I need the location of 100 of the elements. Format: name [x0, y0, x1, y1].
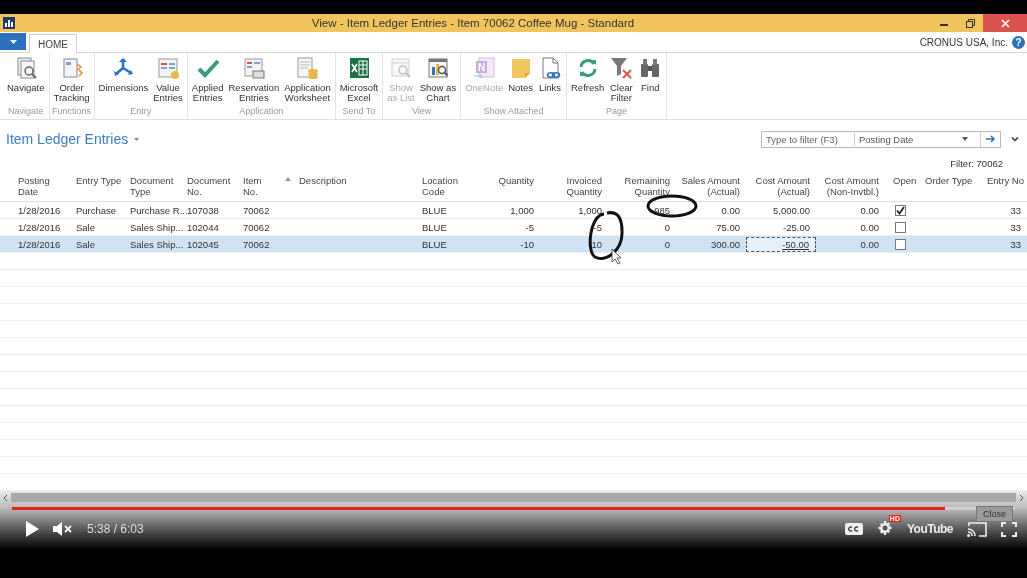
ribbon-group-label: Navigate — [8, 106, 44, 118]
column-header[interactable]: Cost Amount (Non-Invtbl.) — [824, 175, 879, 197]
scroll-right-icon[interactable] — [1019, 493, 1024, 502]
caret-icon — [962, 137, 968, 141]
settings-button[interactable] — [876, 521, 893, 537]
table-cell: 1,000 — [578, 204, 602, 216]
table-cell: 102045 — [187, 238, 219, 250]
ribbon-action-button[interactable]: Value Entries — [151, 53, 185, 106]
table-cell: 0.00 — [721, 204, 740, 216]
youtube-logo-link[interactable]: YouTube — [906, 522, 953, 536]
table-icon — [241, 56, 266, 80]
caret-icon[interactable] — [134, 137, 140, 141]
table-cell: Sales Ship... — [130, 238, 184, 250]
document-coins-icon — [295, 56, 320, 80]
scroll-left-icon[interactable] — [3, 493, 8, 502]
filter-summary: Filter: 70062 — [950, 158, 1003, 169]
ribbon-group-label: Functions — [52, 106, 92, 118]
table-cell: Purchase R... — [130, 204, 188, 216]
column-header[interactable]: Document No. — [187, 175, 231, 197]
column-header[interactable]: Remaining Quantity — [624, 175, 670, 197]
chevron-down-icon[interactable] — [1011, 136, 1019, 142]
ribbon-action-button[interactable]: Applied Entries — [189, 53, 226, 106]
ribbon-action-button[interactable]: Reservation Entries — [226, 53, 282, 106]
ribbon-action-button[interactable]: Dimensions — [96, 53, 151, 106]
column-header[interactable]: Invoiced Quantity — [566, 175, 602, 197]
fullscreen-icon — [1001, 521, 1017, 537]
ribbon-action-button[interactable]: Application Worksheet — [282, 53, 333, 106]
column-header[interactable]: Cost Amount (Actual) — [755, 175, 810, 197]
table-cell: Sales Ship... — [130, 221, 184, 233]
arrow-right-icon — [985, 135, 996, 143]
app-logo-icon — [3, 17, 15, 29]
play-button[interactable] — [26, 521, 39, 537]
captions-button[interactable] — [844, 523, 863, 535]
column-header[interactable]: Description — [299, 175, 347, 186]
checkbox[interactable] — [895, 238, 906, 250]
close-button[interactable]: Close — [976, 506, 1013, 522]
scrollbar-track[interactable] — [11, 493, 1016, 502]
table-cell: 1/28/2016 — [18, 221, 61, 233]
app-menu-button[interactable] — [0, 33, 26, 50]
table-cell: 33 — [1010, 204, 1021, 216]
table-cell: 33 — [1010, 238, 1021, 250]
table-cell: -25.00 — [783, 221, 810, 233]
mouse-pointer-icon — [611, 248, 622, 265]
ribbon-group-label: View — [412, 106, 432, 118]
page-title: Item Ledger Entries — [6, 131, 129, 147]
table-cell: 0 — [664, 238, 670, 250]
table-cell: 75.00 — [716, 221, 740, 233]
table-cell: 0 — [664, 221, 670, 233]
ribbon-action-button[interactable]: Show as Chart — [417, 53, 459, 106]
fullscreen-button[interactable] — [1001, 521, 1017, 537]
checkmark-icon — [896, 205, 905, 215]
column-header[interactable]: Entry No — [987, 175, 1024, 186]
column-header[interactable]: Document Type — [130, 175, 174, 197]
restore-icon — [965, 18, 975, 28]
ribbon-group-label: Send To — [342, 106, 376, 118]
ribbon-action-button[interactable]: Notes — [506, 53, 535, 106]
caret-icon — [9, 39, 17, 44]
table-cell: 102044 — [187, 221, 219, 233]
cast-button[interactable] — [967, 521, 987, 537]
mute-button[interactable] — [53, 522, 73, 536]
ribbon-group-label: Entry — [130, 106, 152, 118]
filter-box[interactable]: Type to filter (F3) Posting Date — [761, 130, 1001, 148]
ribbon-tab[interactable]: HOME — [29, 34, 77, 53]
checkbox[interactable] — [895, 221, 906, 233]
column-header[interactable]: Posting Date — [18, 175, 50, 197]
table-cell: BLUE — [422, 221, 447, 233]
column-header[interactable]: Item No. — [243, 175, 262, 197]
column-header[interactable]: Quantity — [498, 175, 534, 186]
table-cell: BLUE — [422, 204, 447, 216]
ribbon-action-button[interactable]: Links — [536, 53, 564, 106]
help-icon[interactable]: ? — [1012, 35, 1025, 49]
ribbon-action-button[interactable]: Order Tracking — [51, 53, 92, 106]
ribbon-action-button[interactable]: Clear Filter — [607, 53, 636, 106]
focused-cell[interactable]: -50.00 — [746, 236, 816, 252]
column-header[interactable]: Sales Amount (Actual) — [681, 175, 740, 197]
column-header[interactable]: Open — [893, 175, 917, 186]
column-header[interactable]: Order Type — [925, 175, 973, 186]
table-cell: 0.00 — [860, 221, 879, 233]
table-cell: 70062 — [243, 238, 270, 250]
ribbon-group-label: Page — [606, 106, 628, 118]
ribbon-action-button[interactable]: Microsoft Excel — [337, 53, 381, 106]
column-header[interactable]: Entry Type — [76, 175, 122, 186]
captions-icon — [844, 523, 863, 535]
column-header[interactable]: Location Code — [422, 175, 458, 197]
table-icon — [156, 56, 180, 80]
ribbon-action-button[interactable]: Navigate — [5, 53, 47, 106]
cast-icon — [967, 521, 987, 537]
list-magnifier-icon — [388, 56, 413, 80]
table-cell: 1,000 — [510, 204, 534, 216]
ribbon-action-button[interactable]: Refresh — [569, 53, 607, 106]
table-cell: 5,000.00 — [773, 204, 810, 216]
ribbon-action-button[interactable]: Find — [636, 53, 665, 106]
checkbox[interactable] — [895, 204, 906, 216]
window-title: View - Item Ledger Entries - Item 70062 Coffee Mug - Standard — [310, 17, 636, 29]
video-time: 5:38 / 6:03 — [87, 522, 144, 536]
table-cell: -5 — [525, 221, 534, 233]
close-icon — [1000, 18, 1010, 28]
ribbon-group-label: Show Attached — [483, 106, 544, 118]
table-cell: 33 — [1010, 221, 1021, 233]
muted-speaker-icon — [53, 522, 73, 536]
